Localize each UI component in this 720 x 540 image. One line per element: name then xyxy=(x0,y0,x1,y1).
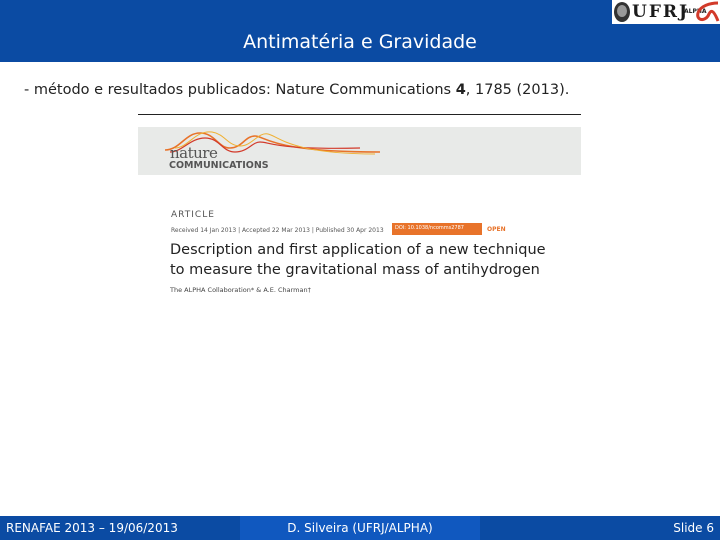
alpha-symbol-icon xyxy=(696,1,720,22)
logo-ufrj-text: UFRJ xyxy=(632,2,690,22)
article-dates: Received 14 Jan 2013 | Accepted 22 Mar 2… xyxy=(171,227,384,234)
subtitle-prefix: - método e resultados publicados: Nature… xyxy=(24,82,456,98)
doi-text: DOI: 10.1038/ncomms2787 xyxy=(395,225,464,231)
article-title-line-2: to measure the gravitational mass of ant… xyxy=(170,262,540,278)
slide-subtitle: - método e resultados publicados: Nature… xyxy=(24,82,569,98)
article-authors: The ALPHA Collaboration* & A.E. Charman† xyxy=(170,286,311,294)
doi-badge: DOI: 10.1038/ncomms2787 xyxy=(392,223,482,235)
ufrj-alpha-logo: UFRJ ALPHA xyxy=(612,0,720,24)
slide-title: Antimatéria e Gravidade xyxy=(243,31,477,53)
footer-slide-number: Slide 6 xyxy=(480,516,720,540)
footer-event: RENAFAE 2013 – 19/06/2013 xyxy=(0,516,240,540)
open-access-label: OPEN xyxy=(487,226,506,233)
article-title-line-1: Description and first application of a n… xyxy=(170,242,546,258)
divider-line xyxy=(138,114,581,115)
footer-author: D. Silveira (UFRJ/ALPHA) xyxy=(240,516,480,540)
journal-subname: COMMUNICATIONS xyxy=(169,160,269,171)
ufrj-emblem-icon xyxy=(614,2,630,22)
article-title: Description and first application of a n… xyxy=(170,240,546,280)
subtitle-volume: 4 xyxy=(455,82,466,98)
article-label: ARTICLE xyxy=(171,210,215,220)
subtitle-suffix: , 1785 (2013). xyxy=(465,82,570,98)
